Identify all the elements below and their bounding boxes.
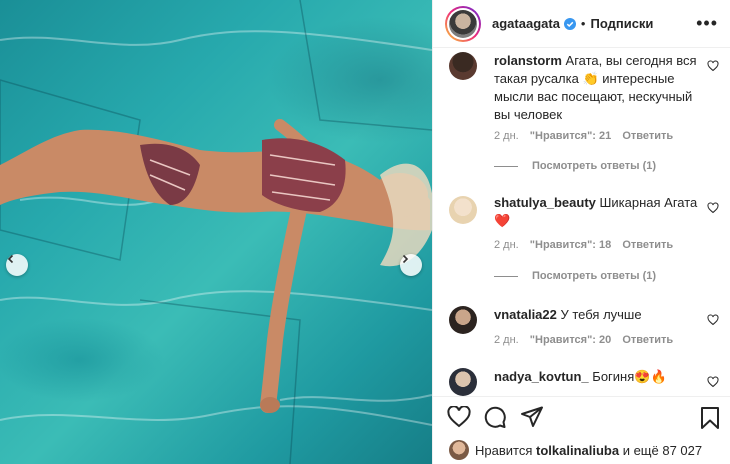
- reply-button[interactable]: Ответить: [622, 239, 673, 251]
- commenter-avatar[interactable]: [449, 368, 477, 396]
- liker-avatar[interactable]: [449, 440, 469, 460]
- author-avatar[interactable]: [445, 5, 481, 42]
- comment-username[interactable]: rolanstorm: [494, 53, 562, 68]
- comment-likes[interactable]: "Нравится": 18: [530, 239, 611, 251]
- chevron-left-icon: [7, 254, 14, 264]
- comment-time[interactable]: 2 дн.: [494, 239, 519, 251]
- likes-summary[interactable]: Нравится tolkalinaliuba и ещё 87 027: [433, 436, 730, 464]
- post-photo[interactable]: [0, 0, 432, 464]
- comment-time[interactable]: 2 дн.: [494, 130, 519, 142]
- comment-username[interactable]: shatulya_beauty: [494, 195, 596, 210]
- chevron-right-icon: [402, 254, 409, 264]
- comment-meta: 2 дн. "Нравится": 18 Ответить: [494, 239, 681, 251]
- commenter-avatar[interactable]: [449, 52, 477, 80]
- commenter-avatar[interactable]: [449, 306, 477, 334]
- comment-item: nadya_kovtun_ Богиня😍🔥: [449, 368, 719, 396]
- post-side-panel: agataagata • Подписки ••• rolanstorm Ага…: [432, 0, 730, 464]
- comment-like-heart-icon[interactable]: [707, 314, 719, 326]
- following-button[interactable]: Подписки: [590, 16, 653, 31]
- verified-badge-icon: [563, 17, 576, 30]
- post-header: agataagata • Подписки •••: [433, 0, 730, 48]
- comment-like-heart-icon[interactable]: [707, 60, 719, 72]
- comment-item: shatulya_beauty Шикарная Агата ❤️ 2 дн. …: [449, 194, 719, 294]
- share-icon[interactable]: [520, 406, 544, 428]
- liker-username[interactable]: tolkalinaliuba: [536, 443, 619, 458]
- heart-icon[interactable]: [447, 406, 471, 428]
- comment-likes[interactable]: "Нравится": 20: [530, 334, 611, 346]
- comment-username[interactable]: nadya_kovtun_: [494, 369, 589, 384]
- likes-prefix: Нравится: [475, 442, 533, 458]
- comment-like-heart-icon[interactable]: [707, 202, 719, 214]
- comment-time[interactable]: 2 дн.: [494, 334, 519, 346]
- comment-icon[interactable]: [483, 406, 507, 428]
- comment-body: rolanstorm Агата, вы сегодня вся такая р…: [494, 52, 704, 124]
- carousel-prev-button[interactable]: [6, 254, 28, 276]
- author-username[interactable]: agataagata: [492, 16, 560, 31]
- comment-text: У тебя лучше: [560, 307, 642, 322]
- carousel-next-button[interactable]: [400, 254, 422, 276]
- comment-body: shatulya_beauty Шикарная Агата ❤️: [494, 194, 704, 230]
- comments-list[interactable]: rolanstorm Агата, вы сегодня вся такая р…: [433, 48, 730, 396]
- pool-swimmer-illustration: [0, 0, 432, 464]
- view-replies-button[interactable]: Посмотреть ответы (1): [494, 270, 656, 282]
- likes-count[interactable]: и ещё 87 027: [623, 443, 702, 458]
- comment-username[interactable]: vnatalia22: [494, 307, 557, 322]
- comment-text: Богиня😍🔥: [592, 369, 667, 384]
- reply-button[interactable]: Ответить: [622, 130, 673, 142]
- comment-meta: 2 дн. "Нравится": 21 Ответить: [494, 130, 681, 142]
- reply-button[interactable]: Ответить: [622, 334, 673, 346]
- comment-likes[interactable]: "Нравится": 21: [530, 130, 611, 142]
- comment-body: vnatalia22 У тебя лучше: [494, 306, 704, 324]
- separator-dot: •: [580, 16, 586, 31]
- comment-meta: 2 дн. "Нравится": 20 Ответить: [494, 334, 681, 346]
- comment-item: rolanstorm Агата, вы сегодня вся такая р…: [449, 48, 719, 178]
- commenter-avatar[interactable]: [449, 196, 477, 224]
- comment-like-heart-icon[interactable]: [707, 376, 719, 388]
- comment-item: vnatalia22 У тебя лучше 2 дн. "Нравится"…: [449, 306, 719, 356]
- post-actions-bar: [433, 396, 730, 436]
- bookmark-icon[interactable]: [699, 406, 721, 430]
- view-replies-button[interactable]: Посмотреть ответы (1): [494, 160, 656, 172]
- more-options-icon[interactable]: •••: [696, 14, 718, 32]
- comment-body: nadya_kovtun_ Богиня😍🔥: [494, 368, 704, 386]
